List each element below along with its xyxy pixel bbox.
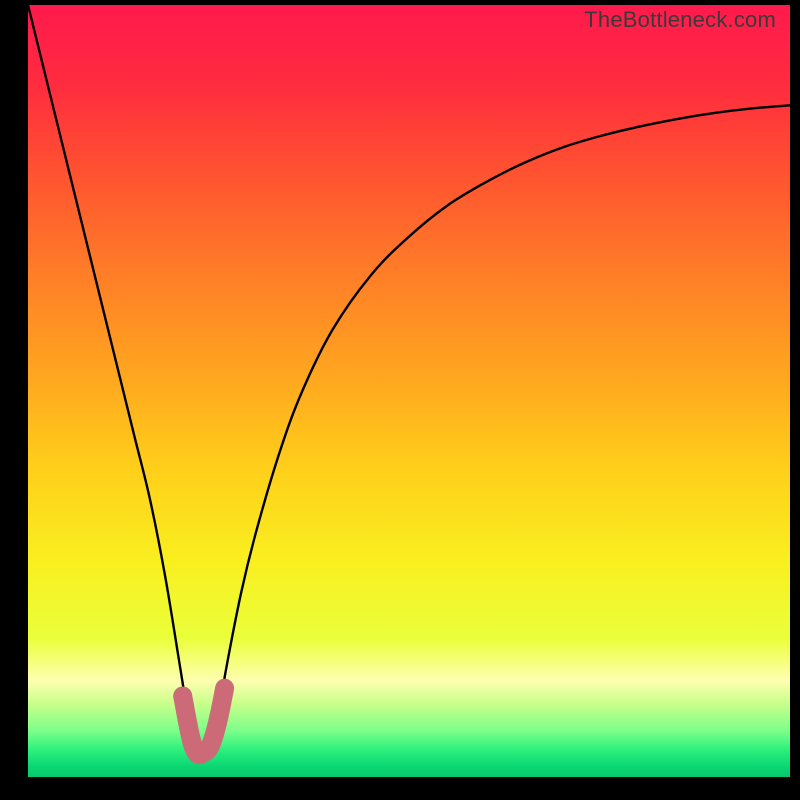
bottleneck-curve [28,5,790,754]
highlight-valley [183,688,225,754]
chart-plot [28,5,790,777]
chart-frame: TheBottleneck.com [28,5,790,777]
watermark-text: TheBottleneck.com [584,7,776,33]
